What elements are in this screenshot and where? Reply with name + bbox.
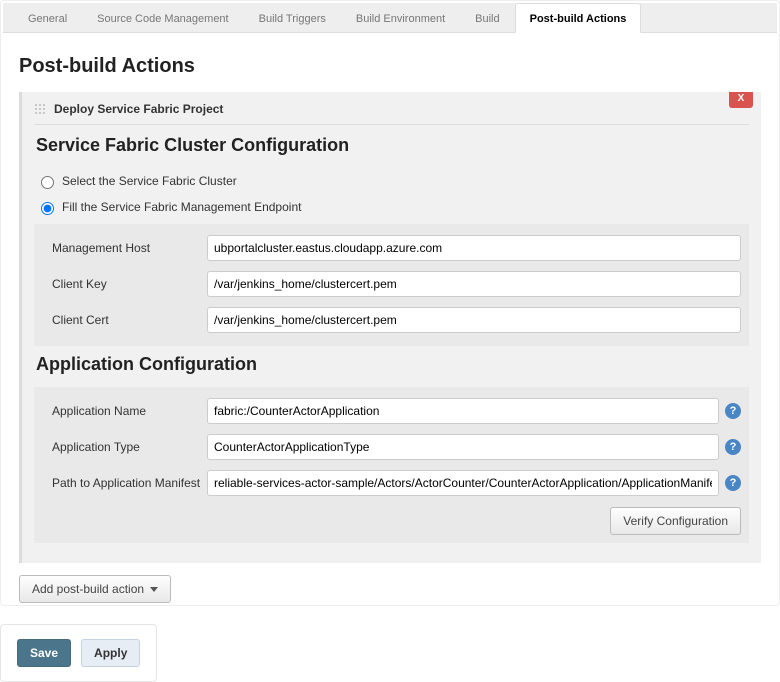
manifest-label: Path to Application Manifest bbox=[42, 476, 207, 490]
footer-bar: Save Apply bbox=[0, 624, 157, 682]
drag-handle-icon[interactable] bbox=[34, 103, 46, 115]
app-config-title: Application Configuration bbox=[36, 354, 749, 375]
client-cert-label: Client Cert bbox=[42, 313, 207, 327]
help-icon[interactable]: ? bbox=[725, 439, 741, 455]
deploy-sf-panel: X Deploy Service Fabric Project Service … bbox=[19, 92, 761, 563]
tab-scm[interactable]: Source Code Management bbox=[82, 3, 243, 33]
endpoint-form: Management Host Client Key Client Cert bbox=[34, 224, 749, 346]
mgmt-host-label: Management Host bbox=[42, 241, 207, 255]
help-icon[interactable]: ? bbox=[725, 475, 741, 491]
page-title: Post-build Actions bbox=[19, 55, 761, 78]
app-type-input[interactable] bbox=[207, 434, 719, 460]
client-key-input[interactable] bbox=[207, 271, 741, 297]
app-name-label: Application Name bbox=[42, 404, 207, 418]
client-key-label: Client Key bbox=[42, 277, 207, 291]
app-config-form: Application Name ? Application Type ? Pa… bbox=[34, 387, 749, 543]
radio-select-cluster[interactable] bbox=[41, 176, 54, 189]
tab-post-build[interactable]: Post-build Actions bbox=[515, 3, 642, 33]
manifest-input[interactable] bbox=[207, 470, 719, 496]
tab-build[interactable]: Build bbox=[460, 3, 514, 33]
add-post-build-action-button[interactable]: Add post-build action bbox=[19, 575, 171, 603]
tab-triggers[interactable]: Build Triggers bbox=[244, 3, 341, 33]
client-cert-input[interactable] bbox=[207, 307, 741, 333]
radio-fill-endpoint[interactable] bbox=[41, 202, 54, 215]
cluster-config-title: Service Fabric Cluster Configuration bbox=[36, 135, 749, 156]
save-button[interactable]: Save bbox=[17, 639, 71, 667]
tab-env[interactable]: Build Environment bbox=[341, 3, 460, 33]
radio-fill-endpoint-label: Fill the Service Fabric Management Endpo… bbox=[62, 200, 301, 214]
app-name-input[interactable] bbox=[207, 398, 719, 424]
mgmt-host-input[interactable] bbox=[207, 235, 741, 261]
close-icon[interactable]: X bbox=[729, 92, 753, 108]
app-type-label: Application Type bbox=[42, 440, 207, 454]
help-icon[interactable]: ? bbox=[725, 403, 741, 419]
chevron-down-icon bbox=[150, 587, 158, 592]
verify-button[interactable]: Verify Configuration bbox=[610, 507, 741, 535]
panel-title: Deploy Service Fabric Project bbox=[54, 102, 223, 116]
add-post-build-action-label: Add post-build action bbox=[32, 582, 144, 596]
apply-button[interactable]: Apply bbox=[81, 639, 140, 667]
tab-general[interactable]: General bbox=[13, 3, 82, 33]
radio-select-cluster-label: Select the Service Fabric Cluster bbox=[62, 174, 237, 188]
tabbar: General Source Code Management Build Tri… bbox=[3, 3, 777, 33]
